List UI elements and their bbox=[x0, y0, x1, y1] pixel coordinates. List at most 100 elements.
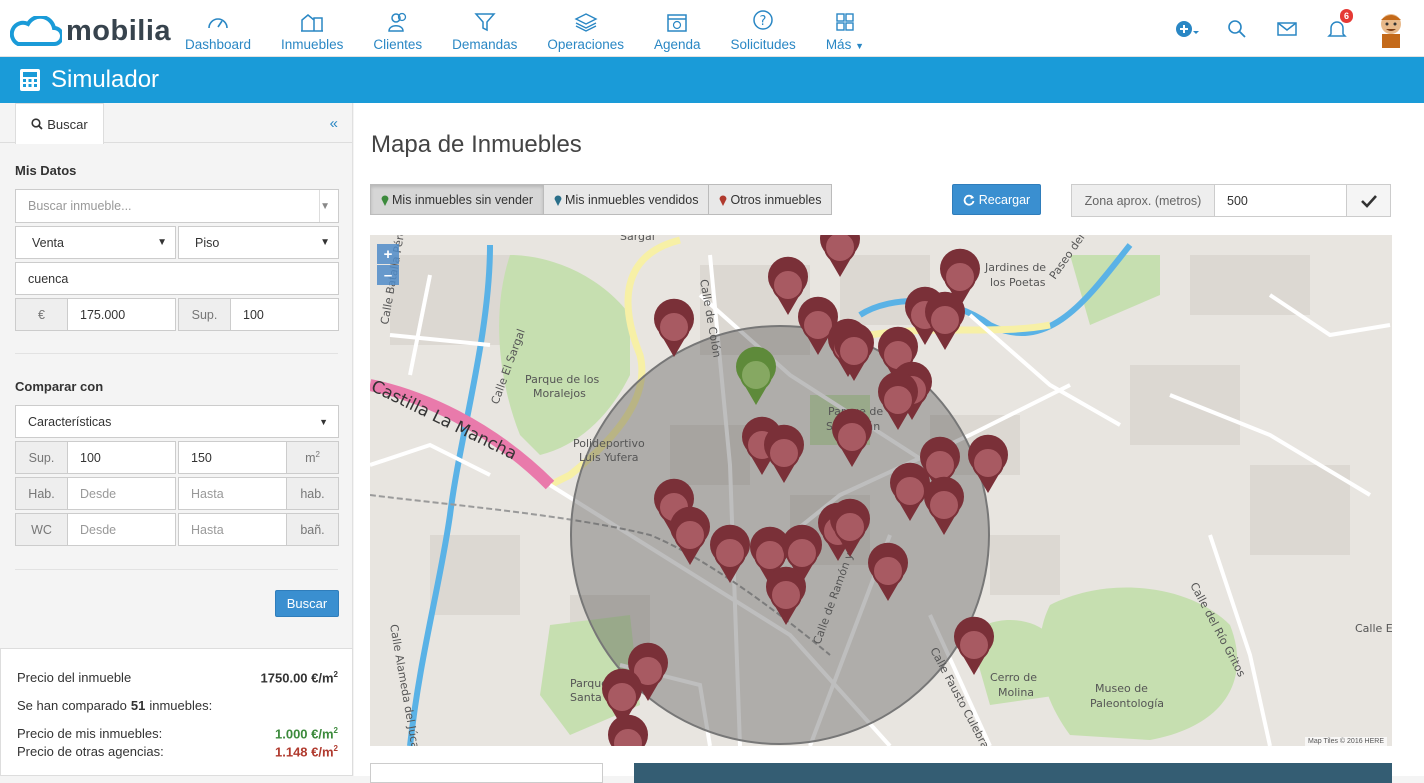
mis-datos-heading: Mis Datos bbox=[15, 163, 77, 178]
caret-down-icon: ▼ bbox=[855, 41, 865, 51]
nav-mas-label: Más bbox=[825, 37, 852, 52]
filter-others-button[interactable]: Otros inmuebles bbox=[708, 184, 833, 215]
reload-label: Recargar bbox=[978, 192, 1031, 207]
hab-addon: Hab. bbox=[15, 477, 68, 510]
wc-from-placeholder: Desde bbox=[80, 522, 117, 537]
map-label: Museo de bbox=[1095, 682, 1148, 695]
map-label: Cerro de bbox=[990, 671, 1037, 684]
zona-apply-button[interactable] bbox=[1346, 184, 1391, 217]
type-select[interactable]: Piso ▼ bbox=[178, 226, 339, 259]
results-panel: Precio del inmueble 1750.00 €/m2 Se han … bbox=[0, 648, 353, 776]
add-button[interactable] bbox=[1162, 0, 1212, 57]
main-content: Mapa de Inmuebles Mis inmuebles sin vend… bbox=[354, 103, 1424, 783]
search-button[interactable]: Buscar bbox=[275, 590, 339, 617]
map-label: Polideportivo bbox=[573, 437, 645, 450]
result-price-value: 1750.00 €/m2 bbox=[260, 670, 338, 686]
nav-solicitudes[interactable]: ? Solicitudes bbox=[716, 0, 811, 52]
caret-down-icon: ▼ bbox=[320, 237, 330, 248]
gauge-icon bbox=[208, 18, 228, 29]
zoom-in-button[interactable]: + bbox=[377, 244, 399, 264]
result-others-label: Precio de otras agencias: bbox=[17, 744, 164, 759]
refresh-icon bbox=[963, 194, 975, 206]
caret-down-icon: ▼ bbox=[319, 416, 328, 427]
wc-from-input[interactable]: Desde bbox=[67, 513, 176, 546]
building-icon bbox=[301, 14, 324, 32]
zoom-controls: + – bbox=[377, 244, 399, 285]
surface-input[interactable]: 100 bbox=[230, 298, 339, 331]
stack-icon bbox=[574, 13, 598, 32]
sidebar: Buscar « Mis Datos Buscar inmueble... ▼ … bbox=[0, 103, 353, 776]
users-icon bbox=[387, 12, 406, 32]
calculator-icon bbox=[20, 69, 40, 91]
surface-addon: Sup. bbox=[178, 298, 231, 331]
operation-select[interactable]: Venta ▼ bbox=[15, 226, 176, 259]
hab-from-placeholder: Desde bbox=[80, 486, 117, 501]
compare-by-value: Características bbox=[28, 414, 112, 429]
notifications-button[interactable]: 6 bbox=[1312, 0, 1362, 57]
nav-operaciones[interactable]: Operaciones bbox=[532, 0, 639, 52]
nav-operaciones-label: Operaciones bbox=[547, 37, 624, 52]
zona-label: Zona aprox. (metros) bbox=[1071, 184, 1215, 217]
search-icon bbox=[31, 118, 43, 130]
price-value: 175.000 bbox=[80, 307, 126, 322]
search-button[interactable] bbox=[1212, 0, 1262, 57]
city-input[interactable]: cuenca bbox=[15, 262, 339, 295]
map-label: los Poetas bbox=[990, 276, 1046, 289]
tab-buscar[interactable]: Buscar bbox=[15, 103, 104, 144]
type-value: Piso bbox=[195, 235, 220, 250]
zona-input[interactable]: 500 bbox=[1214, 184, 1347, 217]
sup-from-input[interactable]: 100 bbox=[67, 441, 176, 474]
wc-to-placeholder: Hasta bbox=[191, 522, 224, 537]
zoom-out-button[interactable]: – bbox=[377, 265, 399, 285]
reload-button[interactable]: Recargar bbox=[952, 184, 1041, 215]
cloud-logo-icon bbox=[10, 16, 62, 46]
collapse-sidebar-button[interactable]: « bbox=[330, 115, 338, 132]
result-others-row: Precio de otras agencias: 1.148 €/m2 bbox=[17, 744, 338, 759]
nav-inmuebles-label: Inmuebles bbox=[281, 37, 344, 52]
city-value: cuenca bbox=[28, 271, 69, 286]
map-attribution: Map Tiles © 2016 HERE bbox=[1305, 737, 1387, 746]
avatar-icon bbox=[1381, 13, 1401, 48]
envelope-icon bbox=[1277, 21, 1297, 36]
result-price-row: Precio del inmueble 1750.00 €/m2 bbox=[17, 670, 338, 685]
filter-unsold-label: Mis inmuebles sin vender bbox=[392, 192, 534, 207]
nav-inmuebles[interactable]: Inmuebles bbox=[266, 0, 358, 52]
map-label: Santa bbox=[570, 691, 602, 704]
messages-button[interactable] bbox=[1262, 0, 1312, 57]
logo[interactable]: mobilia bbox=[10, 14, 171, 48]
filter-unsold-button[interactable]: Mis inmuebles sin vender bbox=[370, 184, 545, 215]
main-nav: Dashboard Inmuebles Clientes Demandas Op… bbox=[170, 0, 879, 57]
svg-text:?: ? bbox=[760, 14, 767, 29]
map-label: Moralejos bbox=[533, 387, 586, 400]
zona-value: 500 bbox=[1227, 193, 1248, 208]
property-map[interactable]: Jardines de los Poetas Paseo del Parque de … bbox=[370, 235, 1392, 746]
header-actions: 6 bbox=[1162, 0, 1424, 57]
search-property-select[interactable]: Buscar inmueble... ▼ bbox=[15, 189, 339, 223]
nav-mas[interactable]: Más ▼ bbox=[811, 0, 879, 52]
nav-demandas[interactable]: Demandas bbox=[437, 0, 532, 52]
sup-unit: m2 bbox=[305, 449, 320, 466]
hab-from-input[interactable]: Desde bbox=[67, 477, 176, 510]
sup-to-input[interactable]: 150 bbox=[178, 441, 287, 474]
result-mine-label: Precio de mis inmuebles: bbox=[17, 726, 163, 741]
wc-addon: WC bbox=[15, 513, 68, 546]
price-input[interactable]: 175.000 bbox=[67, 298, 176, 331]
page-title: Simulador bbox=[51, 66, 160, 93]
map-label: Paleontología bbox=[1090, 697, 1164, 710]
check-icon bbox=[1360, 194, 1377, 208]
top-navbar: mobilia Dashboard Inmuebles Clientes Dem… bbox=[0, 0, 1424, 57]
nav-dashboard[interactable]: Dashboard bbox=[170, 0, 266, 52]
hab-to-input[interactable]: Hasta bbox=[178, 477, 287, 510]
filter-sold-button[interactable]: Mis inmuebles vendidos bbox=[543, 184, 710, 215]
surface-value: 100 bbox=[243, 307, 264, 322]
avatar[interactable] bbox=[1372, 10, 1410, 48]
nav-agenda[interactable]: Agenda bbox=[639, 0, 716, 52]
result-compared-pre: Se han comparado bbox=[17, 698, 127, 713]
wc-to-input[interactable]: Hasta bbox=[178, 513, 287, 546]
sup-unit-addon: m2 bbox=[286, 441, 339, 474]
nav-clientes[interactable]: Clientes bbox=[358, 0, 437, 52]
compare-by-select[interactable]: Características ▼ bbox=[15, 405, 339, 438]
filter-sold-label: Mis inmuebles vendidos bbox=[565, 192, 699, 207]
map-canvas[interactable]: Jardines delos PoetasPaseo delParque de … bbox=[370, 235, 1392, 746]
filter-others-label: Otros inmuebles bbox=[730, 192, 822, 207]
